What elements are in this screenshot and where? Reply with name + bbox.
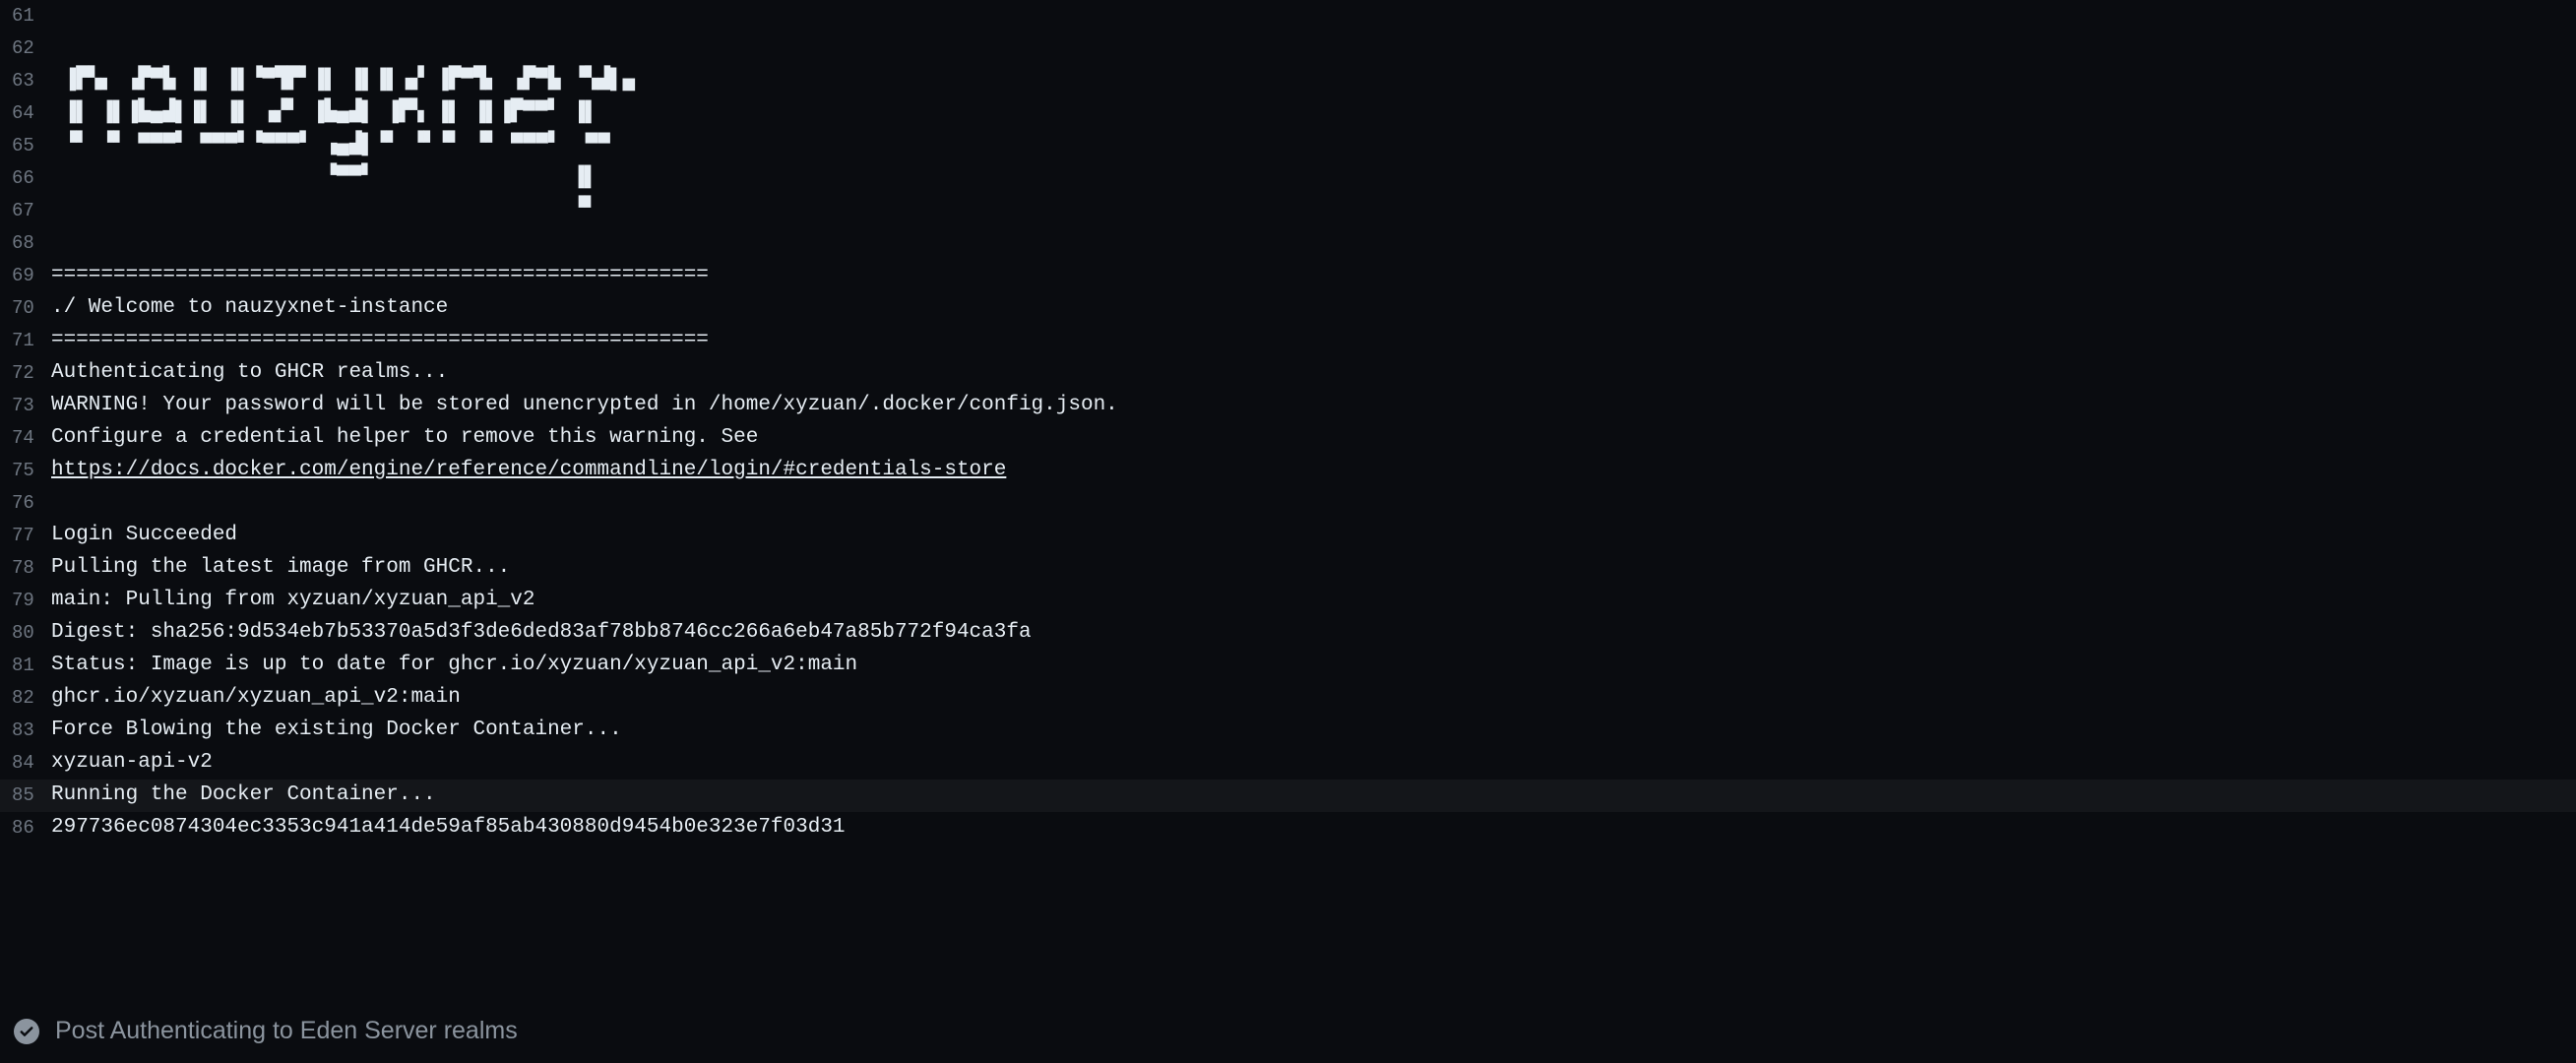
log-line[interactable]: 64 ▐▌ ▐▌▐▙▄▟▌▐▌ ▐▌ ▗▞▘ ▐▙▄▟▌ ▐▛▚ ▐▌ ▐▌▐▛…	[0, 97, 2576, 130]
line-content: ▝▀▀▘ ▐▌	[51, 162, 2564, 194]
line-number: 80	[12, 617, 51, 648]
line-content: ▐▌ ▐▌▐▙▄▟▌▐▌ ▐▌ ▗▞▘ ▐▙▄▟▌ ▐▛▚ ▐▌ ▐▌▐▛▀▀▘…	[51, 97, 2564, 129]
line-number: 73	[12, 390, 51, 420]
line-number: 77	[12, 520, 51, 550]
log-line[interactable]: 71======================================…	[0, 325, 2576, 357]
log-line[interactable]: 76	[0, 487, 2576, 520]
log-line[interactable]: 86297736ec0874304ec3353c941a414de59af85a…	[0, 812, 2576, 844]
line-number: 85	[12, 780, 51, 810]
status-bar: Post Authenticating to Eden Server realm…	[0, 999, 2576, 1063]
line-number: 75	[12, 455, 51, 485]
line-content: ========================================…	[51, 260, 2564, 291]
line-content: Authenticating to GHCR realms...	[51, 357, 2564, 389]
log-line[interactable]: 74Configure a credential helper to remov…	[0, 422, 2576, 455]
log-link[interactable]: https://docs.docker.com/engine/reference…	[51, 459, 1006, 481]
log-line[interactable]: 82ghcr.io/xyzuan/xyzuan_api_v2:main	[0, 682, 2576, 715]
line-number: 76	[12, 487, 51, 518]
line-number: 79	[12, 585, 51, 615]
log-line[interactable]: 80Digest: sha256:9d534eb7b53370a5d3f3de6…	[0, 617, 2576, 650]
log-line[interactable]: 83Force Blowing the existing Docker Cont…	[0, 715, 2576, 747]
line-number: 83	[12, 715, 51, 745]
log-line[interactable]: 67 ▝▘	[0, 195, 2576, 227]
line-number: 61	[12, 0, 51, 31]
check-circle-icon	[14, 1019, 39, 1044]
line-number: 65	[12, 130, 51, 160]
line-content: Configure a credential helper to remove …	[51, 422, 2564, 454]
log-line[interactable]: 77Login Succeeded	[0, 520, 2576, 552]
line-content: ▝▘	[51, 195, 2564, 226]
line-number: 68	[12, 227, 51, 258]
line-number: 78	[12, 552, 51, 583]
line-number: 69	[12, 260, 51, 290]
line-content: Force Blowing the existing Docker Contai…	[51, 715, 2564, 746]
line-number: 74	[12, 422, 51, 453]
log-line[interactable]: 78Pulling the latest image from GHCR...	[0, 552, 2576, 585]
line-number: 71	[12, 325, 51, 355]
log-line[interactable]: 84xyzuan-api-v2	[0, 747, 2576, 780]
status-text: Post Authenticating to Eden Server realm…	[55, 1013, 518, 1050]
log-line[interactable]: 65 ▝▘ ▝▘ ▀▀▀▘ ▀▀▀▘▝▀▀▀▘ ▗▄▟▌▝▘ ▝▘▝▘ ▝▘ ▀…	[0, 130, 2576, 162]
line-number: 70	[12, 292, 51, 323]
line-content: main: Pulling from xyzuan/xyzuan_api_v2	[51, 585, 2564, 616]
log-line[interactable]: 79main: Pulling from xyzuan/xyzuan_api_v…	[0, 585, 2576, 617]
log-line[interactable]: 63 ▐▛▚▖ ▗▛▀▙ ▐▌ ▐▌▝▀▜▛▘▐▌ ▐▌▐▌▗▞ ▐▛▀▜▖ ▗…	[0, 65, 2576, 97]
line-content: Running the Docker Container...	[51, 780, 2564, 811]
line-content: Login Succeeded	[51, 520, 2564, 551]
log-line[interactable]: 69======================================…	[0, 260, 2576, 292]
line-number: 82	[12, 682, 51, 713]
line-content: https://docs.docker.com/engine/reference…	[51, 455, 2564, 486]
log-line[interactable]: 66 ▝▀▀▘ ▐▌	[0, 162, 2576, 195]
line-content: Status: Image is up to date for ghcr.io/…	[51, 650, 2564, 681]
line-content: xyzuan-api-v2	[51, 747, 2564, 779]
line-number: 86	[12, 812, 51, 843]
log-line[interactable]: 73WARNING! Your password will be stored …	[0, 390, 2576, 422]
line-number: 72	[12, 357, 51, 388]
line-number: 64	[12, 97, 51, 128]
log-line[interactable]: 68	[0, 227, 2576, 260]
line-content: ./ Welcome to nauzyxnet-instance	[51, 292, 2564, 324]
line-number: 62	[12, 32, 51, 63]
line-number: 63	[12, 65, 51, 95]
line-content: WARNING! Your password will be stored un…	[51, 390, 2564, 421]
line-content: ▝▘ ▝▘ ▀▀▀▘ ▀▀▀▘▝▀▀▀▘ ▗▄▟▌▝▘ ▝▘▝▘ ▝▘ ▀▀▀▘…	[51, 130, 2564, 161]
log-line[interactable]: 85Running the Docker Container...	[0, 780, 2576, 812]
log-line[interactable]: 61	[0, 0, 2576, 32]
log-line[interactable]: 62	[0, 32, 2576, 65]
log-line[interactable]: 81Status: Image is up to date for ghcr.i…	[0, 650, 2576, 682]
log-line[interactable]: 72Authenticating to GHCR realms...	[0, 357, 2576, 390]
line-content: Digest: sha256:9d534eb7b53370a5d3f3de6de…	[51, 617, 2564, 649]
line-content: 297736ec0874304ec3353c941a414de59af85ab4…	[51, 812, 2564, 844]
line-number: 81	[12, 650, 51, 680]
log-line[interactable]: 75https://docs.docker.com/engine/referen…	[0, 455, 2576, 487]
line-content: ghcr.io/xyzuan/xyzuan_api_v2:main	[51, 682, 2564, 714]
log-output[interactable]: 616263 ▐▛▚▖ ▗▛▀▙ ▐▌ ▐▌▝▀▜▛▘▐▌ ▐▌▐▌▗▞ ▐▛▀…	[0, 0, 2576, 1004]
line-number: 66	[12, 162, 51, 193]
line-content: Pulling the latest image from GHCR...	[51, 552, 2564, 584]
line-content: ▐▛▚▖ ▗▛▀▙ ▐▌ ▐▌▝▀▜▛▘▐▌ ▐▌▐▌▗▞ ▐▛▀▜▖ ▗▛▀▙…	[51, 65, 2564, 96]
log-line[interactable]: 70./ Welcome to nauzyxnet-instance	[0, 292, 2576, 325]
line-content: ========================================…	[51, 325, 2564, 356]
line-number: 67	[12, 195, 51, 225]
line-number: 84	[12, 747, 51, 778]
